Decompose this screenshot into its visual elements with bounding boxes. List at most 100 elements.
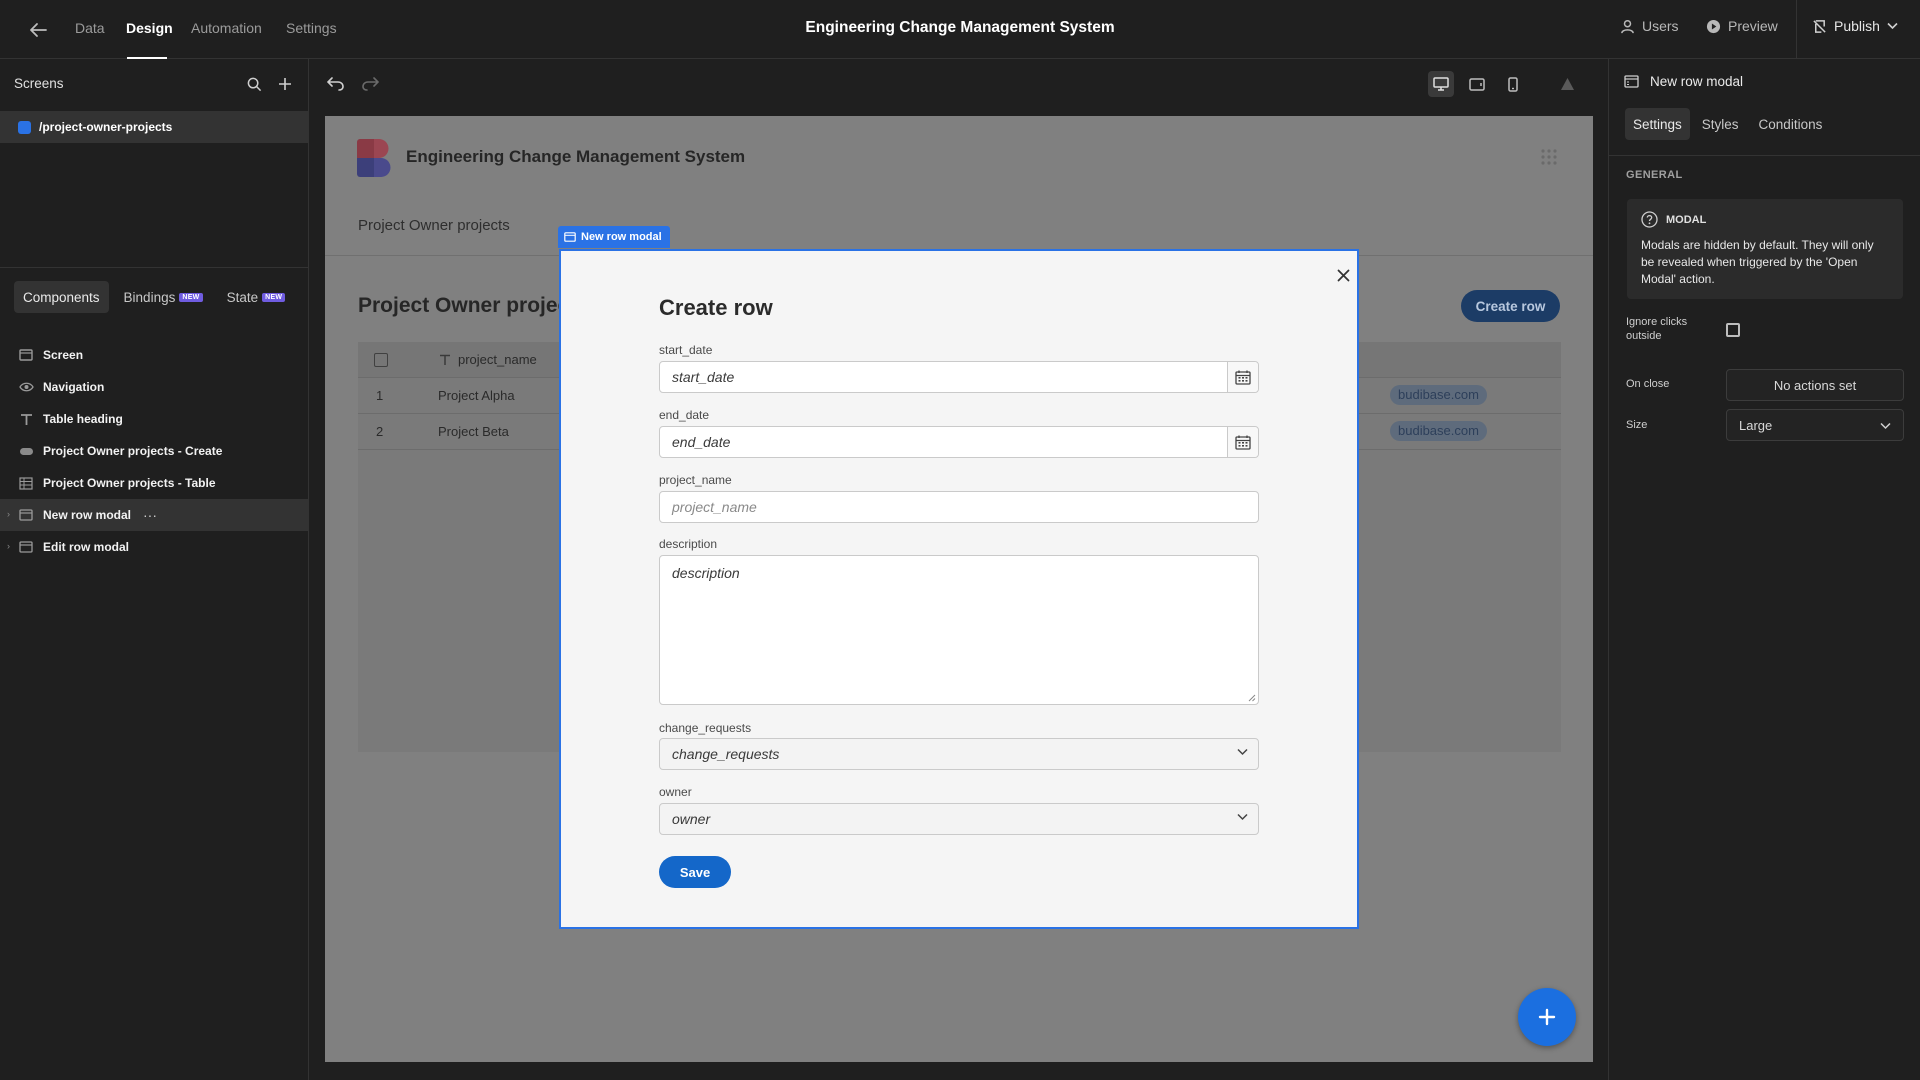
- tree-item-label: Project Owner projects - Create: [43, 444, 223, 458]
- size-select[interactable]: Large: [1726, 409, 1904, 441]
- component-tabs: Components Bindings NEW State NEW: [14, 281, 294, 313]
- chevron-right-icon[interactable]: ›: [7, 541, 10, 551]
- tree-item-label: New row modal: [43, 508, 132, 522]
- tree-item-label: Project Owner projects - Table: [43, 476, 216, 490]
- calendar-icon[interactable]: [1227, 427, 1258, 457]
- publish-button[interactable]: Publish: [1812, 18, 1898, 34]
- create-row-modal: Create row start_date start_date end_dat…: [559, 249, 1359, 929]
- project-name-placeholder: project_name: [672, 499, 757, 515]
- tree-item-edit-row-modal[interactable]: › Edit row modal: [0, 531, 308, 563]
- tab-styles[interactable]: Styles: [1694, 108, 1747, 140]
- tab-settings[interactable]: Settings: [286, 20, 337, 36]
- row-index: 2: [376, 424, 384, 439]
- component-title-label: New row modal: [1650, 74, 1744, 89]
- tab-components[interactable]: Components: [14, 281, 109, 313]
- apps-grid-icon[interactable]: [1541, 149, 1557, 165]
- undo-icon[interactable]: [322, 71, 348, 97]
- project-name-field[interactable]: project_name: [659, 491, 1259, 523]
- search-icon[interactable]: [243, 73, 265, 95]
- text-type-icon: [440, 354, 450, 365]
- save-button[interactable]: Save: [659, 856, 731, 888]
- on-close-actions-button[interactable]: No actions set: [1726, 369, 1904, 401]
- tab-state-label: State: [226, 289, 259, 305]
- panel-divider: [1609, 155, 1920, 156]
- size-value: Large: [1739, 417, 1773, 433]
- tree-item-label: Table heading: [43, 412, 123, 426]
- text-icon: [18, 411, 34, 427]
- desktop-view-icon[interactable]: [1428, 71, 1454, 97]
- row-index: 1: [376, 388, 384, 403]
- tab-state[interactable]: State NEW: [218, 281, 295, 313]
- chevron-down-icon: [1880, 422, 1891, 430]
- resize-handle-icon[interactable]: [1248, 694, 1256, 702]
- tree-item-new-row-modal[interactable]: › New row modal ···: [0, 499, 308, 531]
- mobile-view-icon[interactable]: [1500, 71, 1526, 97]
- start-date-placeholder: start_date: [672, 369, 735, 385]
- owner-placeholder: owner: [672, 811, 711, 827]
- breadcrumb[interactable]: Project Owner projects: [358, 217, 510, 234]
- end-date-field[interactable]: end_date: [659, 426, 1259, 458]
- tree-item-create-button[interactable]: Project Owner projects - Create: [0, 435, 308, 467]
- tab-design[interactable]: Design: [126, 20, 173, 36]
- tablet-view-icon[interactable]: [1464, 71, 1490, 97]
- tab-automation[interactable]: Automation: [191, 20, 262, 36]
- row-project-name: Project Alpha: [438, 388, 515, 403]
- preview-label: Preview: [1728, 18, 1778, 34]
- column-header[interactable]: project_name: [458, 352, 537, 367]
- tree-item-label: Navigation: [43, 380, 105, 394]
- back-arrow-icon[interactable]: [24, 16, 52, 44]
- chevron-down-icon: [1887, 22, 1898, 30]
- warning-icon[interactable]: [1554, 71, 1580, 97]
- owner-select[interactable]: owner: [659, 803, 1259, 835]
- description-textarea[interactable]: description: [659, 555, 1259, 705]
- tab-conditions[interactable]: Conditions: [1751, 108, 1831, 140]
- add-screen-icon[interactable]: [274, 73, 296, 95]
- more-options-icon[interactable]: ···: [143, 507, 157, 523]
- owner-label: owner: [659, 785, 692, 799]
- help-icon: [1641, 211, 1658, 228]
- redo-icon[interactable]: [357, 71, 383, 97]
- ignore-clicks-checkbox[interactable]: [1726, 323, 1740, 337]
- panel-divider: [0, 267, 308, 268]
- tree-item-table[interactable]: Project Owner projects - Table: [0, 467, 308, 499]
- tab-bindings[interactable]: Bindings NEW: [115, 281, 212, 313]
- chevron-down-icon: [1237, 813, 1248, 821]
- info-text: Modals are hidden by default. They will …: [1641, 238, 1874, 286]
- settings-tabs: Settings Styles Conditions: [1625, 108, 1830, 140]
- new-badge: NEW: [179, 292, 203, 302]
- on-close-label: On close: [1626, 378, 1670, 390]
- create-row-button[interactable]: Create row: [1461, 290, 1560, 322]
- canvas-toolbar: [309, 59, 1609, 109]
- tree-item-table-heading[interactable]: Table heading: [0, 403, 308, 435]
- top-bar: Data Design Automation Settings Engineer…: [0, 0, 1920, 59]
- preview-button[interactable]: Preview: [1706, 18, 1778, 34]
- add-component-button[interactable]: [1518, 988, 1576, 1046]
- modal-component-tag[interactable]: New row modal: [558, 226, 670, 248]
- modal-info-box: MODAL Modals are hidden by default. They…: [1627, 199, 1903, 299]
- tab-settings[interactable]: Settings: [1625, 108, 1690, 140]
- tree-item-screen[interactable]: Screen: [0, 339, 308, 371]
- screen-item[interactable]: /project-owner-projects: [0, 111, 308, 143]
- modal-icon: [564, 232, 576, 242]
- modal-icon: [18, 539, 34, 555]
- tree-item-navigation[interactable]: Navigation: [0, 371, 308, 403]
- select-all-checkbox[interactable]: [374, 353, 388, 367]
- component-title: New row modal: [1624, 74, 1743, 89]
- tree-item-label: Edit row modal: [43, 540, 130, 554]
- close-icon[interactable]: [1331, 263, 1355, 287]
- calendar-icon[interactable]: [1227, 362, 1258, 392]
- end-date-placeholder: end_date: [672, 434, 731, 450]
- tab-data[interactable]: Data: [75, 20, 105, 36]
- size-label: Size: [1626, 419, 1648, 431]
- publish-icon: [1813, 19, 1826, 33]
- screen-route: /project-owner-projects: [39, 120, 173, 134]
- modal-icon: [18, 507, 34, 523]
- chevron-right-icon[interactable]: ›: [7, 509, 10, 519]
- right-panel: New row modal Settings Styles Conditions…: [1608, 59, 1920, 1080]
- users-button[interactable]: Users: [1620, 18, 1679, 34]
- project-name-label: project_name: [659, 473, 732, 487]
- start-date-field[interactable]: start_date: [659, 361, 1259, 393]
- table-icon: [18, 475, 34, 491]
- description-label: description: [659, 537, 718, 551]
- change-requests-select[interactable]: change_requests: [659, 738, 1259, 770]
